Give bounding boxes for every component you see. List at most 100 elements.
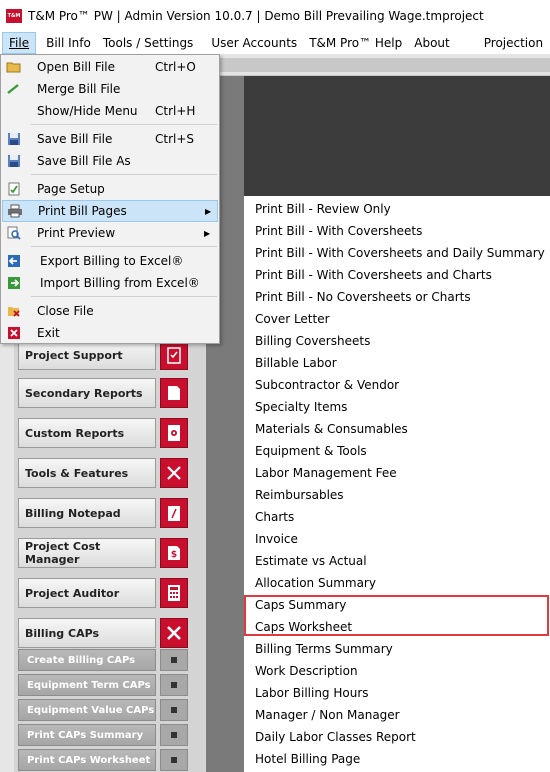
- menu-item-label: Print Bill Pages: [38, 204, 127, 218]
- submenu-invoice[interactable]: Invoice: [255, 528, 298, 550]
- submenu-allocation-summary[interactable]: Allocation Summary: [255, 572, 376, 594]
- menu-open-bill-file[interactable]: Open Bill File Ctrl+O: [2, 56, 218, 78]
- project-auditor-button[interactable]: Project Auditor: [18, 578, 156, 608]
- submenu-manager-non-manager[interactable]: Manager / Non Manager: [255, 704, 400, 726]
- menu-merge-bill-file[interactable]: Merge Bill File: [2, 78, 218, 100]
- equipment-value-caps-button[interactable]: Equipment Value CAPs: [18, 699, 156, 721]
- printer-icon: [7, 203, 23, 219]
- menu-item-label: Page Setup: [37, 182, 105, 196]
- submenu-subcontractor-vendor[interactable]: Subcontractor & Vendor: [255, 374, 399, 396]
- menu-item-label: Show/Hide Menu: [37, 104, 138, 118]
- submenu-billable-labor[interactable]: Billable Labor: [255, 352, 337, 374]
- menu-item-label: Print Preview: [37, 226, 116, 240]
- submenu-caps-summary[interactable]: Caps Summary: [255, 594, 346, 616]
- tools-features-button[interactable]: Tools & Features: [18, 458, 156, 488]
- submenu-print-no-coversheets[interactable]: Print Bill - No Coversheets or Charts: [255, 286, 471, 308]
- menu-bill-info[interactable]: Bill Info: [40, 32, 97, 54]
- floppy-disk-icon: [6, 131, 22, 147]
- title-bar: T&M T&M Pro™ PW | Admin Version 10.0.7 |…: [0, 0, 550, 32]
- submenu-billing-coversheets[interactable]: Billing Coversheets: [255, 330, 370, 352]
- menu-item-shortcut: Ctrl+S: [155, 132, 195, 146]
- submenu-equipment-tools[interactable]: Equipment & Tools: [255, 440, 367, 462]
- submenu-materials-consumables[interactable]: Materials & Consumables: [255, 418, 408, 440]
- submenu-daily-labor-classes[interactable]: Daily Labor Classes Report: [255, 726, 416, 748]
- submenu-print-coversheets-daily-summary[interactable]: Print Bill - With Coversheets and Daily …: [255, 242, 545, 264]
- submenu-print-with-coversheets[interactable]: Print Bill - With Coversheets: [255, 220, 422, 242]
- submenu-arrow-icon: ▶: [205, 206, 212, 216]
- menu-item-label: Save Bill File: [37, 132, 113, 146]
- submenu-caps-worksheet[interactable]: Caps Worksheet: [255, 616, 352, 638]
- close-x-icon[interactable]: [160, 618, 188, 648]
- menu-save-bill-file[interactable]: Save Bill File Ctrl+S: [2, 128, 218, 150]
- square-bullet-icon[interactable]: [160, 724, 188, 746]
- submenu-print-coversheets-charts[interactable]: Print Bill - With Coversheets and Charts: [255, 264, 492, 286]
- window-title: T&M Pro™ PW | Admin Version 10.0.7 | Dem…: [28, 9, 484, 23]
- wrench-screwdriver-icon[interactable]: [160, 458, 188, 488]
- menu-separator: [31, 174, 217, 175]
- square-bullet-icon[interactable]: [160, 674, 188, 696]
- page-check-icon: [6, 181, 22, 197]
- submenu-charts[interactable]: Charts: [255, 506, 294, 528]
- menu-item-shortcut: Ctrl+O: [155, 60, 196, 74]
- import-arrow-icon: [6, 275, 22, 291]
- submenu-work-description[interactable]: Work Description: [255, 660, 358, 682]
- menu-help[interactable]: T&M Pro™ Help: [303, 32, 408, 54]
- document-icon[interactable]: [160, 378, 188, 408]
- menu-page-setup[interactable]: Page Setup: [2, 178, 218, 200]
- menu-export-billing-excel[interactable]: Export Billing to Excel®: [2, 250, 218, 272]
- submenu-labor-management-fee[interactable]: Labor Management Fee: [255, 462, 397, 484]
- submenu-specialty-items[interactable]: Specialty Items: [255, 396, 347, 418]
- workspace-dark-area: [218, 76, 550, 196]
- submenu-print-review-only[interactable]: Print Bill - Review Only: [255, 198, 391, 220]
- menu-tools-settings[interactable]: Tools / Settings: [97, 32, 199, 54]
- square-bullet-icon[interactable]: [160, 749, 188, 771]
- menu-close-file[interactable]: Close File: [2, 300, 218, 322]
- menu-import-billing-excel[interactable]: Import Billing from Excel®: [2, 272, 218, 294]
- submenu-cover-letter[interactable]: Cover Letter: [255, 308, 330, 330]
- merge-arrow-icon: [6, 81, 22, 97]
- menu-print-bill-pages[interactable]: Print Bill Pages ▶: [2, 200, 218, 222]
- close-file-icon: [6, 303, 22, 319]
- magnifier-page-icon: [6, 225, 22, 241]
- print-caps-worksheet-button[interactable]: Print CAPs Worksheet: [18, 749, 156, 771]
- menu-file[interactable]: File: [2, 32, 37, 54]
- gear-page-icon[interactable]: [160, 418, 188, 448]
- file-dropdown-menu: Open Bill File Ctrl+O Merge Bill File Sh…: [0, 54, 220, 344]
- custom-reports-button[interactable]: Custom Reports: [18, 418, 156, 448]
- menu-file-label: File: [9, 36, 30, 50]
- square-bullet-icon[interactable]: [160, 649, 188, 671]
- floppy-disk-icon: [6, 153, 22, 169]
- menu-show-hide-menu[interactable]: Show/Hide Menu Ctrl+H: [2, 100, 218, 122]
- menu-save-bill-file-as[interactable]: Save Bill File As: [2, 150, 218, 172]
- submenu-hotel-billing-page[interactable]: Hotel Billing Page: [255, 748, 360, 770]
- billing-notepad-button[interactable]: Billing Notepad: [18, 498, 156, 528]
- folder-open-icon: [6, 59, 22, 75]
- submenu-reimbursables[interactable]: Reimbursables: [255, 484, 344, 506]
- submenu-billing-terms-summary[interactable]: Billing Terms Summary: [255, 638, 393, 660]
- menu-item-label: Close File: [37, 304, 94, 318]
- calculator-icon[interactable]: [160, 578, 188, 608]
- menu-user-accounts[interactable]: User Accounts: [205, 32, 303, 54]
- menu-exit[interactable]: Exit: [2, 322, 218, 344]
- secondary-reports-button[interactable]: Secondary Reports: [18, 378, 156, 408]
- svg-text:$: $: [171, 550, 177, 560]
- submenu-labor-billing-hours[interactable]: Labor Billing Hours: [255, 682, 369, 704]
- print-bill-pages-submenu: Print Bill - Review Only Print Bill - Wi…: [244, 196, 550, 772]
- billing-caps-button[interactable]: Billing CAPs: [18, 618, 156, 648]
- menu-about[interactable]: About: [408, 32, 455, 54]
- menu-projection[interactable]: Projection: [478, 32, 549, 54]
- menu-separator: [31, 124, 217, 125]
- menu-separator: [31, 296, 217, 297]
- equipment-term-caps-button[interactable]: Equipment Term CAPs: [18, 674, 156, 696]
- create-billing-caps-button[interactable]: Create Billing CAPs: [18, 649, 156, 671]
- print-caps-summary-button[interactable]: Print CAPs Summary: [18, 724, 156, 746]
- submenu-estimate-vs-actual[interactable]: Estimate vs Actual: [255, 550, 367, 572]
- project-cost-manager-button[interactable]: Project Cost Manager: [18, 538, 156, 568]
- menu-print-preview[interactable]: Print Preview ▶: [2, 222, 218, 244]
- notepad-pencil-icon[interactable]: [160, 498, 188, 528]
- project-support-button[interactable]: Project Support: [18, 340, 156, 370]
- menu-separator: [31, 246, 217, 247]
- dollar-document-icon[interactable]: $: [160, 538, 188, 568]
- square-bullet-icon[interactable]: [160, 699, 188, 721]
- checklist-icon[interactable]: [160, 340, 188, 370]
